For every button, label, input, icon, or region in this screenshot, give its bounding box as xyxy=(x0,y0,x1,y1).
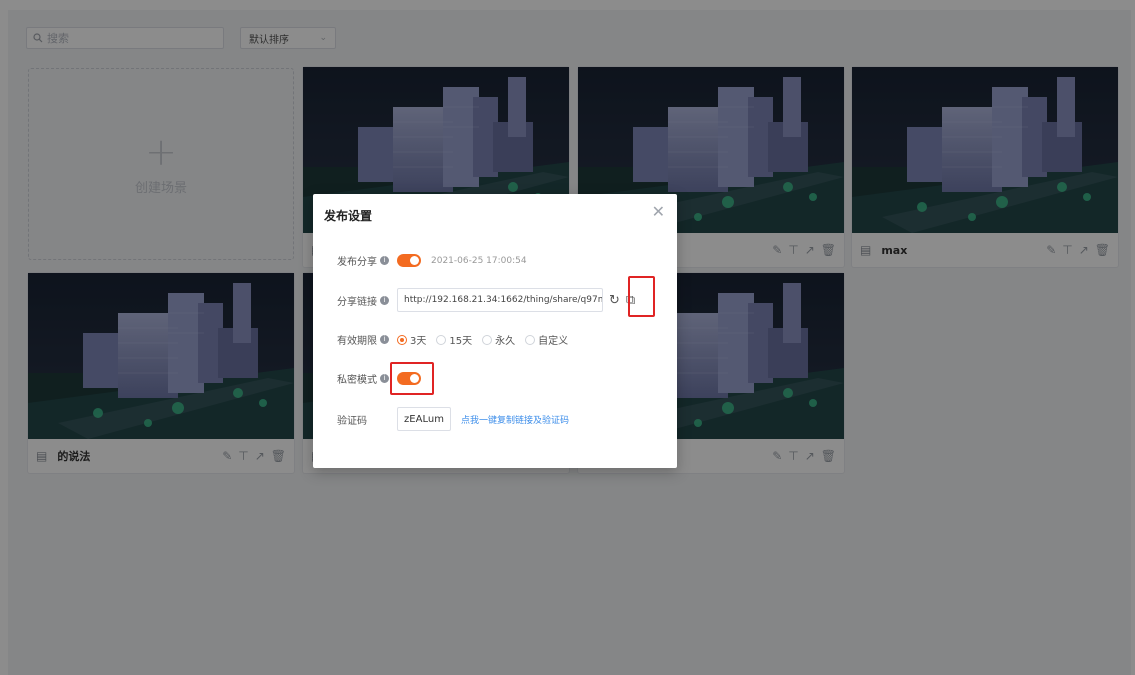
share-link-field[interactable]: http://192.168.21.34:1662/thing/share/q9… xyxy=(397,288,603,312)
private-mode-label: 私密模式 i xyxy=(337,371,397,386)
publish-switch[interactable] xyxy=(397,254,421,267)
expiry-label: 有效期限 i xyxy=(337,332,397,347)
verify-code-field[interactable]: zEALum xyxy=(397,407,451,431)
expiry-option-forever[interactable]: 永久 xyxy=(482,332,515,347)
dialog-title: 发布设置 xyxy=(324,209,373,223)
copy-link-and-code-link[interactable]: 点我一键复制链接及验证码 xyxy=(461,413,569,426)
highlight-private-switch xyxy=(390,362,434,395)
expiry-row: 有效期限 i 3天 15天 永久 自定义 xyxy=(337,332,568,347)
share-link-row: 分享链接 i http://192.168.21.34:1662/thing/sh… xyxy=(337,288,635,312)
close-icon[interactable]: ✕ xyxy=(652,202,665,221)
expiry-option-custom[interactable]: 自定义 xyxy=(525,332,568,347)
publish-label: 发布分享 i xyxy=(337,253,397,268)
publish-row: 发布分享 i 2021-06-25 17:00:54 xyxy=(337,253,527,268)
expiry-option-3d[interactable]: 3天 xyxy=(397,332,426,347)
highlight-copy-button xyxy=(628,276,655,317)
expiry-option-15d[interactable]: 15天 xyxy=(436,332,472,347)
info-icon: i xyxy=(380,256,389,265)
expiry-radio-group: 3天 15天 永久 自定义 xyxy=(397,332,568,347)
publish-time: 2021-06-25 17:00:54 xyxy=(431,255,527,266)
publish-settings-dialog: 发布设置 ✕ 发布分享 i 2021-06-25 17:00:54 分享链接 i h… xyxy=(313,194,677,468)
info-icon: i xyxy=(380,374,389,383)
refresh-icon[interactable]: ↻ xyxy=(609,293,620,308)
verify-code-label: 验证码 xyxy=(337,415,367,427)
info-icon: i xyxy=(380,335,389,344)
verify-code-row: 验证码 zEALum 点我一键复制链接及验证码 xyxy=(337,407,569,431)
info-icon: i xyxy=(380,295,389,305)
share-link-label: 分享链接 i xyxy=(337,293,397,308)
